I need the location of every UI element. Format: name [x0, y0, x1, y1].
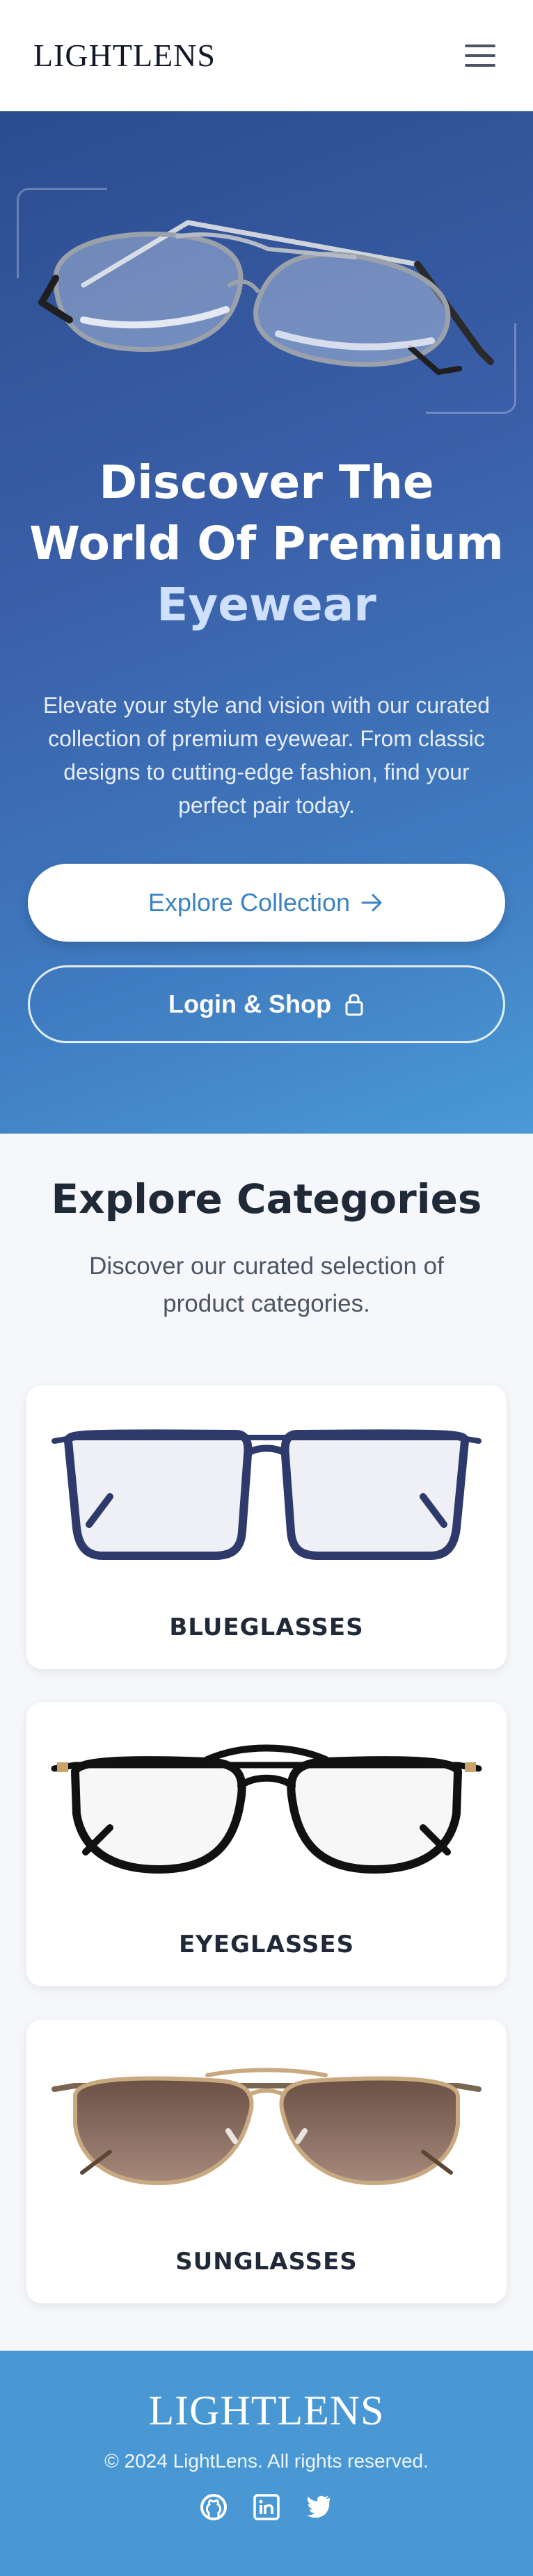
hero-title-line: World Of Premium	[29, 517, 504, 570]
category-card-sunglasses[interactable]: SUNGLASSES	[26, 2020, 507, 2303]
social-links	[0, 2493, 533, 2521]
login-shop-label: Login & Shop	[168, 990, 331, 1018]
hero-section: Discover The World Of Premium Eyewear El…	[0, 111, 533, 1134]
categories-subtitle: Discover our curated selection of produc…	[89, 1253, 444, 1317]
hamburger-menu-icon[interactable]	[463, 42, 497, 70]
login-shop-button[interactable]: Login & Shop	[28, 965, 505, 1043]
category-label: SUNGLASSES	[175, 2248, 358, 2276]
hero-title-line: Discover The	[99, 456, 434, 509]
hero-title: Discover The World Of Premium Eyewear	[0, 452, 533, 636]
footer-logo[interactable]: LIGHTLENS	[0, 2387, 533, 2435]
category-card-blueglasses[interactable]: BLUEGLASSES	[26, 1385, 507, 1669]
eyeglasses-image	[51, 1744, 482, 1874]
explore-collection-label: Explore Collection	[148, 888, 351, 917]
site-footer: LIGHTLENS © 2024 LightLens. All rights r…	[0, 2351, 533, 2576]
categories-title: Explore Categories	[51, 1175, 482, 1223]
blueglasses-image	[51, 1429, 482, 1560]
category-card-eyeglasses[interactable]: EYEGLASSES	[26, 1702, 507, 1986]
github-icon[interactable]	[200, 2493, 228, 2521]
footer-copyright: © 2024 LightLens. All rights reserved.	[104, 2450, 429, 2472]
hero-description: Elevate your style and vision with our c…	[42, 693, 491, 818]
menu-bar	[465, 54, 495, 57]
site-logo[interactable]: LIGHTLENS	[33, 37, 216, 74]
twitter-icon[interactable]	[305, 2493, 333, 2521]
categories-section: Explore Categories Discover our curated …	[0, 1134, 533, 2351]
explore-collection-button[interactable]: Explore Collection	[28, 864, 505, 942]
menu-bar	[465, 44, 495, 47]
aviator-glasses-image	[38, 220, 494, 375]
arrow-right-icon	[361, 894, 382, 912]
menu-bar	[465, 63, 495, 67]
linkedin-icon[interactable]	[253, 2493, 280, 2521]
hero-title-accent: Eyewear	[157, 578, 376, 631]
sunglasses-image	[51, 2068, 482, 2185]
category-label: EYEGLASSES	[178, 1931, 355, 1958]
site-header: LIGHTLENS	[0, 0, 533, 111]
lock-icon	[345, 994, 363, 1016]
category-label: BLUEGLASSES	[169, 1613, 364, 1641]
